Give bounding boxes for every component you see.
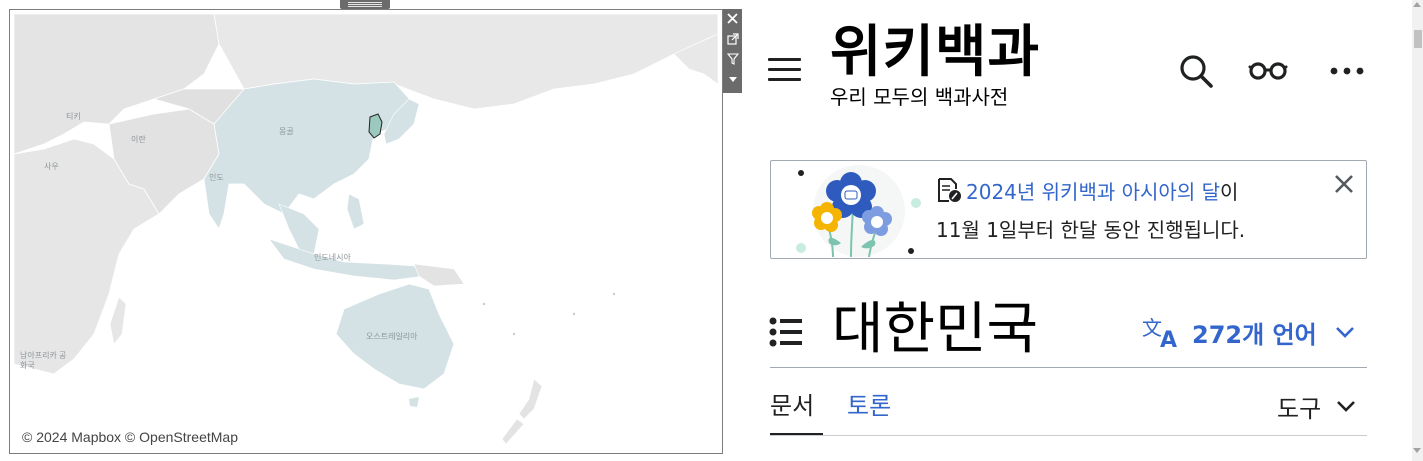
more-icon[interactable] bbox=[1325, 52, 1369, 90]
svg-text:文: 文 bbox=[1142, 316, 1162, 340]
map-label-australia: 오스트레일리아 bbox=[366, 332, 418, 341]
tabs-divider bbox=[770, 435, 1367, 436]
popout-icon[interactable] bbox=[723, 29, 742, 49]
tools-label: 도구 bbox=[1277, 394, 1322, 423]
world-map bbox=[14, 14, 718, 445]
scroll-up-arrow-icon[interactable] bbox=[1413, 2, 1421, 7]
glasses-icon[interactable] bbox=[1246, 52, 1290, 90]
map-canvas[interactable]: 티키 이란 사우 인도 몽골 인도네시아 오스트레일리아 남아프리카 공화국 ©… bbox=[14, 14, 718, 450]
tools-dropdown[interactable]: 도구 bbox=[1277, 388, 1357, 424]
scroll-down-arrow-icon[interactable] bbox=[1413, 448, 1421, 453]
map-toolbar bbox=[723, 9, 742, 93]
title-divider bbox=[770, 367, 1367, 368]
tab-talk[interactable]: 토론 bbox=[847, 388, 891, 424]
svg-text:A: A bbox=[1160, 328, 1177, 349]
close-icon[interactable] bbox=[1329, 169, 1359, 199]
map-label-iran: 이란 bbox=[131, 135, 146, 144]
chevron-down-icon bbox=[1335, 327, 1354, 338]
map-label-turkey: 티키 bbox=[66, 112, 81, 121]
scrollbar[interactable] bbox=[1412, 0, 1423, 461]
page-title: 대한민국 bbox=[832, 297, 1039, 362]
tab-article[interactable]: 문서 bbox=[770, 388, 814, 424]
banner-text-suffix: 이 bbox=[1219, 180, 1239, 204]
asian-month-link[interactable]: 2024년 위키백과 아시아의 달 bbox=[966, 180, 1220, 204]
filter-icon[interactable] bbox=[723, 49, 742, 69]
search-icon[interactable] bbox=[1176, 52, 1216, 90]
map-label-mongolia: 몽골 bbox=[279, 127, 294, 136]
map-drag-handle[interactable] bbox=[340, 0, 390, 9]
wiki-page: 위키백과 우리 모두의 백과사전 2024년 위키백과 아시아의 달이 11월 … bbox=[742, 0, 1412, 461]
flower-illustration bbox=[796, 165, 921, 258]
map-label-south-africa: 남아프리카 공화국 bbox=[20, 351, 67, 370]
map-attribution[interactable]: © 2024 Mapbox © OpenStreetMap bbox=[18, 428, 242, 446]
map-widget: 티키 이란 사우 인도 몽골 인도네시아 오스트레일리아 남아프리카 공화국 ©… bbox=[9, 9, 723, 454]
caret-down-icon[interactable] bbox=[723, 69, 742, 89]
close-icon[interactable] bbox=[723, 9, 742, 29]
scrollbar-thumb[interactable] bbox=[1414, 30, 1422, 48]
map-label-india: 인도 bbox=[209, 173, 224, 182]
map-label-indonesia: 인도네시아 bbox=[314, 253, 351, 262]
site-tagline: 우리 모두의 백과사전 bbox=[830, 85, 1009, 109]
document-edit-icon bbox=[936, 177, 962, 203]
language-button[interactable]: 文A 272개 언어 bbox=[1142, 312, 1357, 353]
map-label-saudi: 사우 bbox=[44, 162, 59, 171]
menu-icon[interactable] bbox=[768, 56, 802, 84]
site-wordmark[interactable]: 위키백과 bbox=[830, 20, 1040, 84]
sitenotice-text: 2024년 위키백과 아시아의 달이 11월 1일부터 한달 동안 진행됩니다. bbox=[936, 173, 1336, 249]
language-count-label: 272개 언어 bbox=[1192, 320, 1317, 349]
table-of-contents-icon[interactable] bbox=[769, 316, 803, 348]
translate-icon: 文A bbox=[1142, 315, 1182, 353]
chevron-down-icon bbox=[1337, 401, 1356, 412]
sitenotice-banner: 2024년 위키백과 아시아의 달이 11월 1일부터 한달 동안 진행됩니다. bbox=[770, 160, 1367, 259]
banner-line2: 11월 1일부터 한달 동안 진행됩니다. bbox=[936, 218, 1246, 242]
